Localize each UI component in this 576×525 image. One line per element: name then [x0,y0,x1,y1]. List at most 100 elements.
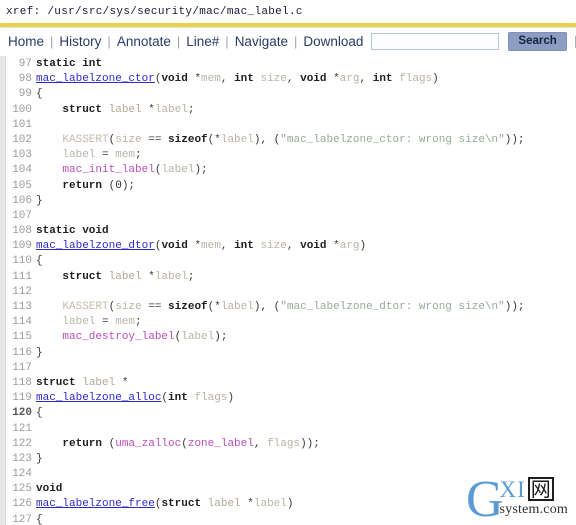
line-number[interactable]: 124 [6,467,36,482]
line-number[interactable]: 116 [6,346,36,361]
line-number[interactable]: 123 [6,452,36,467]
code-token: * [141,103,155,116]
code-line-list[interactable]: 97 static int 98 mac_labelzone_ctor(void *m… [6,56,576,525]
line-number[interactable]: 113 [6,300,36,315]
line-number[interactable]: 104 [6,163,36,178]
line-number[interactable]: 98 [6,72,36,87]
code-token: (* [207,133,221,146]
line-number[interactable]: 103 [6,148,36,163]
nav-link-navigate[interactable]: Navigate [234,34,289,49]
code-line: 111 struct label *label; [6,270,576,285]
code-token: label [253,498,287,511]
code-symbol-link[interactable]: mac_init_label [62,164,154,176]
code-token: * [141,270,155,283]
code-token: , [286,240,301,253]
code-line: 116} [6,346,576,361]
line-number[interactable]: 108 [6,224,36,239]
code-symbol-link[interactable]: mac_labelzone_alloc [36,392,161,404]
line-number[interactable]: 105 [6,179,36,194]
code-token: ; [135,149,142,162]
code-token: } [36,452,43,465]
code-token: label [62,316,96,329]
line-number[interactable]: 115 [6,330,36,345]
nav-link-home[interactable]: Home [7,34,45,49]
code-token: int [372,73,393,86]
code-token: return [62,437,103,450]
code-token: ), ( [253,133,281,146]
code-token: label [108,270,142,283]
code-token: * [326,240,340,253]
code-symbol-link[interactable]: uma_zalloc [115,438,181,450]
line-number[interactable]: 101 [6,118,36,133]
code-line: 127{ [6,513,576,525]
line-number[interactable]: 110 [6,254,36,269]
code-token: * [187,73,202,86]
code-token: , [253,437,268,450]
code-line: 100 struct label *label; [6,103,576,118]
nav-link-linenum[interactable]: Line# [185,34,220,49]
code-token: static int [36,58,103,70]
code-token: } [36,346,43,359]
code-line: 109 mac_labelzone_dtor(void *mem, int siz… [6,239,576,254]
line-number[interactable]: 114 [6,315,36,330]
code-token: { [36,407,43,420]
code-symbol-link[interactable]: zone_label [188,438,254,450]
code-token: = [95,149,116,162]
line-number[interactable]: 126 [6,497,36,512]
code-symbol-link[interactable]: mac_labelzone_ctor [36,73,155,85]
code-token: )); [504,133,525,146]
nav-link-annotate[interactable]: Annotate [116,34,172,49]
line-number[interactable]: 97 [6,57,36,72]
code-symbol-link[interactable]: mac_labelzone_free [36,498,155,510]
line-number[interactable]: 127 [6,513,36,525]
line-number[interactable]: 100 [6,103,36,118]
line-number[interactable]: 118 [6,376,36,391]
code-line: 110{ [6,254,576,269]
code-token: struct [62,103,103,116]
line-number[interactable]: 102 [6,133,36,148]
code-token: * [115,376,129,389]
code-token: ; [187,270,195,283]
line-number[interactable]: 125 [6,482,36,497]
code-line: 118 struct label * [6,376,576,391]
line-number[interactable]: 112 [6,285,36,300]
line-number[interactable]: 119 [6,391,36,406]
code-line: 126 mac_labelzone_free(struct label *labe… [6,497,576,512]
code-token: void [161,240,188,253]
line-number[interactable]: 111 [6,270,36,285]
line-number[interactable]: 117 [6,361,36,376]
nav-link-download[interactable]: Download [302,34,364,49]
line-number[interactable]: 107 [6,209,36,224]
line-number[interactable]: 120 [6,406,36,421]
code-line: 124 [6,467,576,482]
nav-separator: | [176,34,181,49]
code-token: mem [115,316,136,329]
code-token: , [220,73,235,86]
line-number[interactable]: 121 [6,422,36,437]
code-symbol-link[interactable]: mac_labelzone_dtor [36,240,155,252]
line-number[interactable]: 106 [6,194,36,209]
nav-separator: | [225,34,229,49]
code-token: } [36,194,43,207]
code-symbol-link[interactable]: mac_destroy_label [62,331,174,343]
code-token: "mac_labelzone_ctor: wrong size\n" [280,133,505,146]
line-number[interactable]: 122 [6,437,36,452]
search-button[interactable]: Search [508,32,567,51]
nav-link-history[interactable]: History [58,34,102,49]
code-token: label [154,270,188,283]
code-token: , [220,240,235,253]
search-input[interactable] [371,33,500,50]
code-line: 119 mac_labelzone_alloc(int flags) [6,391,576,406]
line-number[interactable]: 109 [6,239,36,254]
code-token: ); [194,164,208,177]
code-line: 99{ [6,87,576,102]
code-token: ) [286,498,294,511]
code-token: ; [135,316,142,329]
page-title: xref: /usr/src/sys/security/mac/mac_labe… [6,6,303,18]
code-token: size [260,240,287,253]
line-number[interactable]: 99 [6,87,36,102]
code-line: 103 label = mem; [6,148,576,163]
